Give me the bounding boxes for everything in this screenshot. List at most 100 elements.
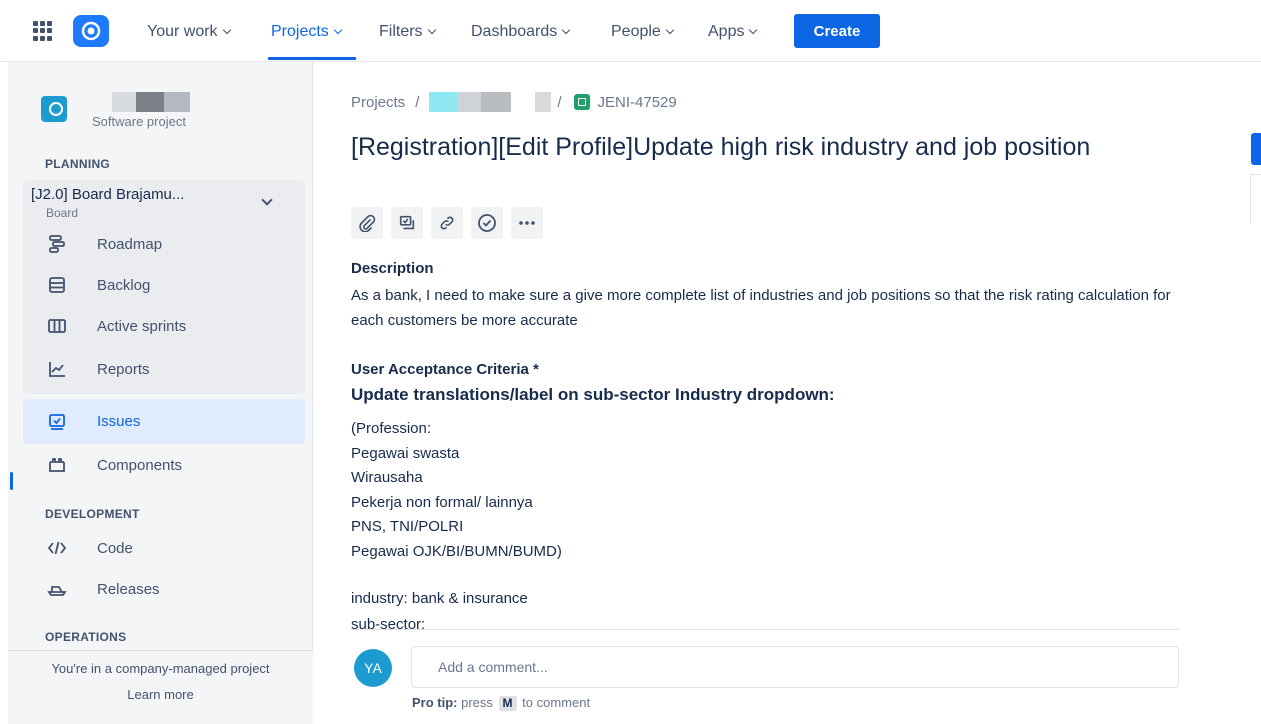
uac-line: Wirausaha [351,469,423,486]
uac-line: Pekerja non formal/ lainnya [351,493,533,511]
board-subtitle: Board [46,206,79,220]
comment-input[interactable] [411,646,1179,688]
sidebar-item-label: Releases [97,580,160,598]
story-icon [573,94,590,110]
sidebar-item-issues[interactable]: Issues [23,399,305,444]
sidebar-item-label: Backlog [97,276,151,294]
issue-toolbar [351,207,551,239]
uac-line: Pegawai swasta [351,444,460,462]
sidebar-item-label: Issues [97,413,141,430]
uac-subheading[interactable]: Update translations/label on sub-sector … [351,385,835,405]
more-icon [519,221,535,225]
operations-heading: OPERATIONS [45,630,127,644]
link-icon [440,216,454,230]
nav-filters[interactable]: Filters [379,20,436,44]
chevron-down-icon [665,25,675,35]
check-circle-icon [478,214,496,232]
chevron-down-icon [562,25,571,35]
nav-dashboards[interactable]: Dashboards [471,20,571,44]
nav-label: Filters [379,23,423,40]
sidebar-item-active-sprints[interactable]: Active sprints [23,306,305,346]
pro-tip-label: Pro tip: [412,695,458,710]
approval-button[interactable] [471,207,503,239]
chevron-down-icon [222,25,231,35]
sidebar-item-components[interactable]: Components [23,445,305,485]
attach-button[interactable] [351,207,383,239]
uac-line: PNS, TNI/POLRI [351,518,464,535]
pro-tip-press: press [461,695,493,710]
planning-heading: PLANNING [45,157,111,171]
chevron-down-icon [427,25,436,35]
sidebar-item-backlog[interactable]: Backlog [23,265,305,305]
reports-icon [47,359,67,379]
selected-indicator [10,472,13,490]
link-issue-button[interactable] [431,207,463,239]
sidebar-item-label: Reports [97,360,150,378]
paperclip-icon [359,214,376,232]
releases-icon [47,579,67,599]
description-text[interactable]: As a bank, I need to make sure a give mo… [351,283,1171,333]
nav-label: Dashboards [471,23,558,40]
uac-list[interactable]: (Profession: Pegawai swasta Wirausaha Pe… [351,417,1171,564]
breadcrumb-separator: / [415,93,420,111]
shortcut-key: M [498,696,517,711]
pro-tip: Pro tip: press M to comment [412,695,590,711]
right-panel-button[interactable] [1251,133,1261,165]
code-icon [47,538,67,558]
project-name-redacted[interactable] [429,92,552,112]
nav-apps[interactable]: Apps [708,20,758,44]
user-avatar[interactable]: YA [354,649,392,687]
roadmap-icon [47,234,67,254]
sidebar-item-label: Code [97,539,133,557]
sidebar-item-reports[interactable]: Reports [23,349,305,389]
more-actions-button[interactable] [511,207,543,239]
right-panel-edge [1250,174,1261,224]
sidebar-item-releases[interactable]: Releases [23,569,305,609]
breadcrumb-separator: / [557,93,562,111]
sidebar-item-label: Roadmap [97,235,163,253]
sidebar-item-label: Components [97,456,183,474]
add-child-issue-button[interactable] [391,207,423,239]
nav-label: Your work [147,23,218,40]
nav-projects[interactable]: Projects [271,20,343,44]
learn-more-link[interactable]: Learn more [8,687,313,702]
issue-title[interactable]: [Registration][Edit Profile]Update high … [351,132,1151,162]
project-type-note: You're in a company-managed project [51,661,270,676]
sidebar-item-label: Active sprints [97,317,187,335]
breadcrumb: Projects / / JENI-47529 [351,91,677,113]
sidebar-item-roadmap[interactable]: Roadmap [23,224,305,264]
scroll-clip: industry: bank & insurance sub-sector: [340,586,1180,631]
board-selector[interactable]: [J2.0] Board Brajamu... [31,186,184,203]
active-sprints-icon [47,316,67,336]
project-name-redacted [112,92,190,112]
issue-key[interactable]: JENI-47529 [598,94,677,111]
chevron-down-icon [749,25,758,35]
jira-logo[interactable] [73,15,109,47]
project-type: Software project [92,114,186,129]
nav-label: People [611,23,661,40]
create-button[interactable]: Create [794,14,880,48]
components-icon [47,455,67,475]
issues-icon [47,412,67,432]
uac-line: Pegawai OJK/BI/BUMN/BUMD) [351,542,562,560]
breadcrumb-projects[interactable]: Projects [351,94,405,111]
comment-divider [351,629,1179,630]
nav-your-work[interactable]: Your work [147,20,231,44]
nav-people[interactable]: People [611,20,675,44]
nav-label: Apps [708,23,745,40]
uac-heading: User Acceptance Criteria * [351,361,539,378]
top-navigation: Your work Projects Filters Dashboards Pe… [0,0,1261,62]
backlog-icon [47,275,67,295]
nav-label: Projects [271,23,329,40]
description-heading: Description [351,260,434,277]
uac-line: (Profession: [351,420,432,437]
chevron-down-icon [333,25,343,35]
project-sidebar: Software project PLANNING [J2.0] Board B… [8,62,313,724]
active-nav-indicator [268,57,356,60]
sidebar-item-code[interactable]: Code [23,528,305,568]
uac-line: industry: bank & insurance [351,590,528,607]
project-avatar[interactable] [41,96,67,122]
development-heading: DEVELOPMENT [45,507,140,521]
app-switcher-icon[interactable] [33,21,53,41]
child-issue-icon [399,215,415,230]
